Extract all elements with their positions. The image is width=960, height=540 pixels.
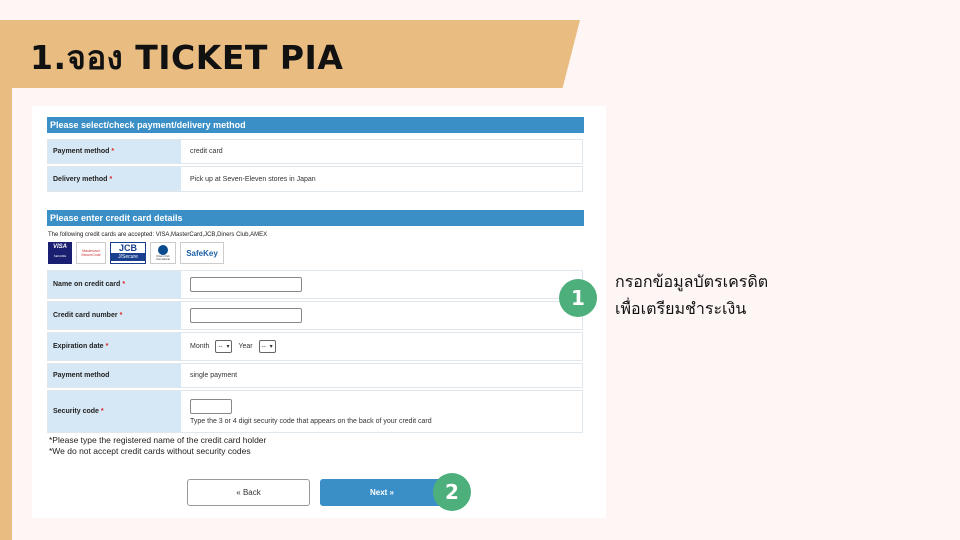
form-notes: *Please type the registered name of the … [49,435,266,457]
expiration-label: Expiration date * [48,333,181,360]
page-title: 1.จอง TICKET PIA [30,38,344,77]
instruction-line-1: กรอกข้อมูลบัตรเครดิต [615,272,769,291]
expiration-row: Expiration date * Month -- ▾ Year -- ▾ [47,332,583,361]
safekey-logo: SafeKey [180,242,224,264]
security-code-help: Type the 3 or 4 digit security code that… [190,417,432,425]
jcb-logo: JCB J/Secure [110,242,146,264]
name-label: Name on credit card * [48,271,181,298]
instruction-text: กรอกข้อมูลบัตรเครดิต เพื่อเตรียมชำระเงิน [615,268,768,322]
delivery-method-row: Delivery method * Pick up at Seven-Eleven… [47,166,583,192]
card-number-input[interactable] [190,308,302,323]
step-2-badge: 2 [433,473,471,511]
name-row: Name on credit card * [47,270,583,299]
payment-delivery-heading: Please select/check payment/delivery met… [47,117,584,133]
month-select[interactable]: -- ▾ [215,340,233,353]
back-button[interactable]: « Back [187,479,310,506]
month-label: Month [190,343,210,350]
payment-type-label: Payment method [48,364,181,387]
accent-bar [0,88,12,540]
step-1-badge: 1 [559,279,597,317]
instruction-line-2: เพื่อเตรียมชำระเงิน [615,299,747,318]
credit-card-heading: Please enter credit card details [47,210,584,226]
card-number-row: Credit card number * [47,301,583,330]
payment-type-value: single payment [190,372,238,379]
payment-type-row: Payment method single payment [47,363,583,388]
chevron-down-icon: ▾ [226,344,230,350]
card-number-label: Credit card number * [48,302,181,329]
next-button[interactable]: Next » [320,479,444,506]
year-label: Year [238,343,253,350]
visa-logo: VISA SECURE [48,242,72,264]
security-code-input[interactable] [190,398,232,414]
payment-method-row: Payment method * credit card [47,139,583,164]
chevron-down-icon: ▾ [269,344,273,350]
payment-method-label: Payment method * [48,140,181,163]
note-cardholder: *Please type the registered name of the … [49,435,267,445]
security-code-row: Security code * Type the 3 or 4 digit sec… [47,390,583,433]
mastercard-logo: Mastercard SecureCode [76,242,106,264]
name-input[interactable] [190,277,302,292]
delivery-method-value: Pick up at Seven-Eleven stores in Japan [190,175,316,183]
note-security: *We do not accept credit cards without s… [49,446,251,456]
accepted-cards-note: The following credit cards are accepted:… [48,232,268,238]
payment-method-value: credit card [190,148,223,155]
diners-logo: Diners Club International [150,242,176,264]
year-select[interactable]: -- ▾ [258,340,276,353]
security-code-label: Security code * [48,391,181,432]
delivery-method-label: Delivery method * [48,167,181,191]
